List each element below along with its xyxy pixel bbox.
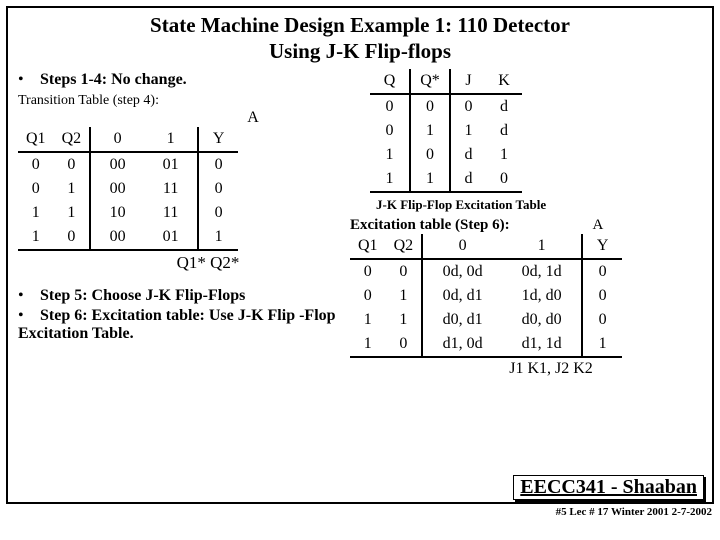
slide-meta: #5 Lec # 17 Winter 2001 2-7-2002 (556, 506, 712, 518)
A-header-right: A (513, 217, 603, 234)
hdr-q1: Q1 (18, 127, 54, 152)
table-row: 1 1 d 0 (370, 167, 522, 192)
table-row: 1 0 d1, 0d d1, 1d 1 (350, 332, 622, 357)
table-row: 0 0 0 d (370, 94, 522, 119)
hdr-1: 1 (502, 234, 582, 259)
jk-excitation-table: Q Q* J K 0 0 0 d 0 1 1 d 1 (370, 69, 522, 193)
q1q2-star-label: Q1* Q2* (78, 253, 338, 273)
hdr-J: J (450, 69, 486, 94)
bullet-text: Steps 1-4: No change. (40, 71, 187, 88)
bullet-text: Step 6: Excitation table: Use J-K Flip -… (18, 307, 336, 342)
hdr-q2: Q2 (386, 234, 423, 259)
jk-foot-label: J1 K1, J2 K2 (400, 360, 702, 378)
bullet-steps-1-4: • Steps 1-4: No change. (18, 71, 338, 89)
table-row: 1 1 10 11 0 (18, 201, 238, 225)
hdr-q1: Q1 (350, 234, 386, 259)
table-header-row: Q Q* J K (370, 69, 522, 94)
bullet-text: Step 5: Choose J-K Flip-Flops (40, 287, 245, 304)
hdr-0: 0 (90, 127, 144, 152)
jk-excitation-caption: J-K Flip-Flop Excitation Table (376, 197, 702, 213)
transition-table: Q1 Q2 0 1 Y 0 0 00 01 0 0 1 00 11 (18, 127, 238, 251)
transition-table-label: Transition Table (step 4): (18, 93, 338, 109)
hdr-q2: Q2 (54, 127, 91, 152)
hdr-1: 1 (144, 127, 198, 152)
table-row: 0 0 0d, 0d 0d, 1d 0 (350, 259, 622, 284)
table-row: 1 0 00 01 1 (18, 225, 238, 250)
bullet-step-5: • Step 5: Choose J-K Flip-Flops (18, 287, 338, 305)
bullet-dot-icon: • (18, 287, 36, 305)
table-row: 0 1 0d, d1 1d, d0 0 (350, 284, 622, 308)
A-header-left: A (168, 109, 338, 127)
table-row: 1 1 d0, d1 d0, d0 0 (350, 308, 622, 332)
right-column: Q Q* J K 0 0 0 d 0 1 1 d 1 (350, 69, 702, 378)
excitation-table-label: Excitation table (Step 6): A (350, 217, 702, 234)
table-row: 1 0 d 1 (370, 143, 522, 167)
table-header-row: Q1 Q2 0 1 Y (350, 234, 622, 259)
bullet-dot-icon: • (18, 307, 36, 325)
hdr-0: 0 (422, 234, 502, 259)
slide-frame: State Machine Design Example 1: 110 Dete… (6, 6, 714, 504)
hdr-K: K (486, 69, 522, 94)
hdr-Q: Q (370, 69, 410, 94)
table-row: 0 1 00 11 0 (18, 177, 238, 201)
content-columns: • Steps 1-4: No change. Transition Table… (18, 69, 702, 378)
table-header-row: Q1 Q2 0 1 Y (18, 127, 238, 152)
hdr-y: Y (582, 234, 622, 259)
bullet-step-6: • Step 6: Excitation table: Use J-K Flip… (18, 307, 338, 343)
title-line2: Using J-K Flip-flops (269, 39, 451, 63)
table-row: 0 1 1 d (370, 119, 522, 143)
bullet-dot-icon: • (18, 71, 36, 89)
hdr-y: Y (198, 127, 238, 152)
title-line1: State Machine Design Example 1: 110 Dete… (150, 13, 570, 37)
excitation-table: Q1 Q2 0 1 Y 0 0 0d, 0d 0d, 1d 0 0 1 0d, … (350, 234, 622, 358)
course-footer: EECC341 - Shaaban (513, 475, 704, 500)
table-row: 0 0 00 01 0 (18, 152, 238, 177)
hdr-Qstar: Q* (410, 69, 450, 94)
left-column: • Steps 1-4: No change. Transition Table… (18, 69, 338, 378)
slide-title: State Machine Design Example 1: 110 Dete… (18, 12, 702, 65)
